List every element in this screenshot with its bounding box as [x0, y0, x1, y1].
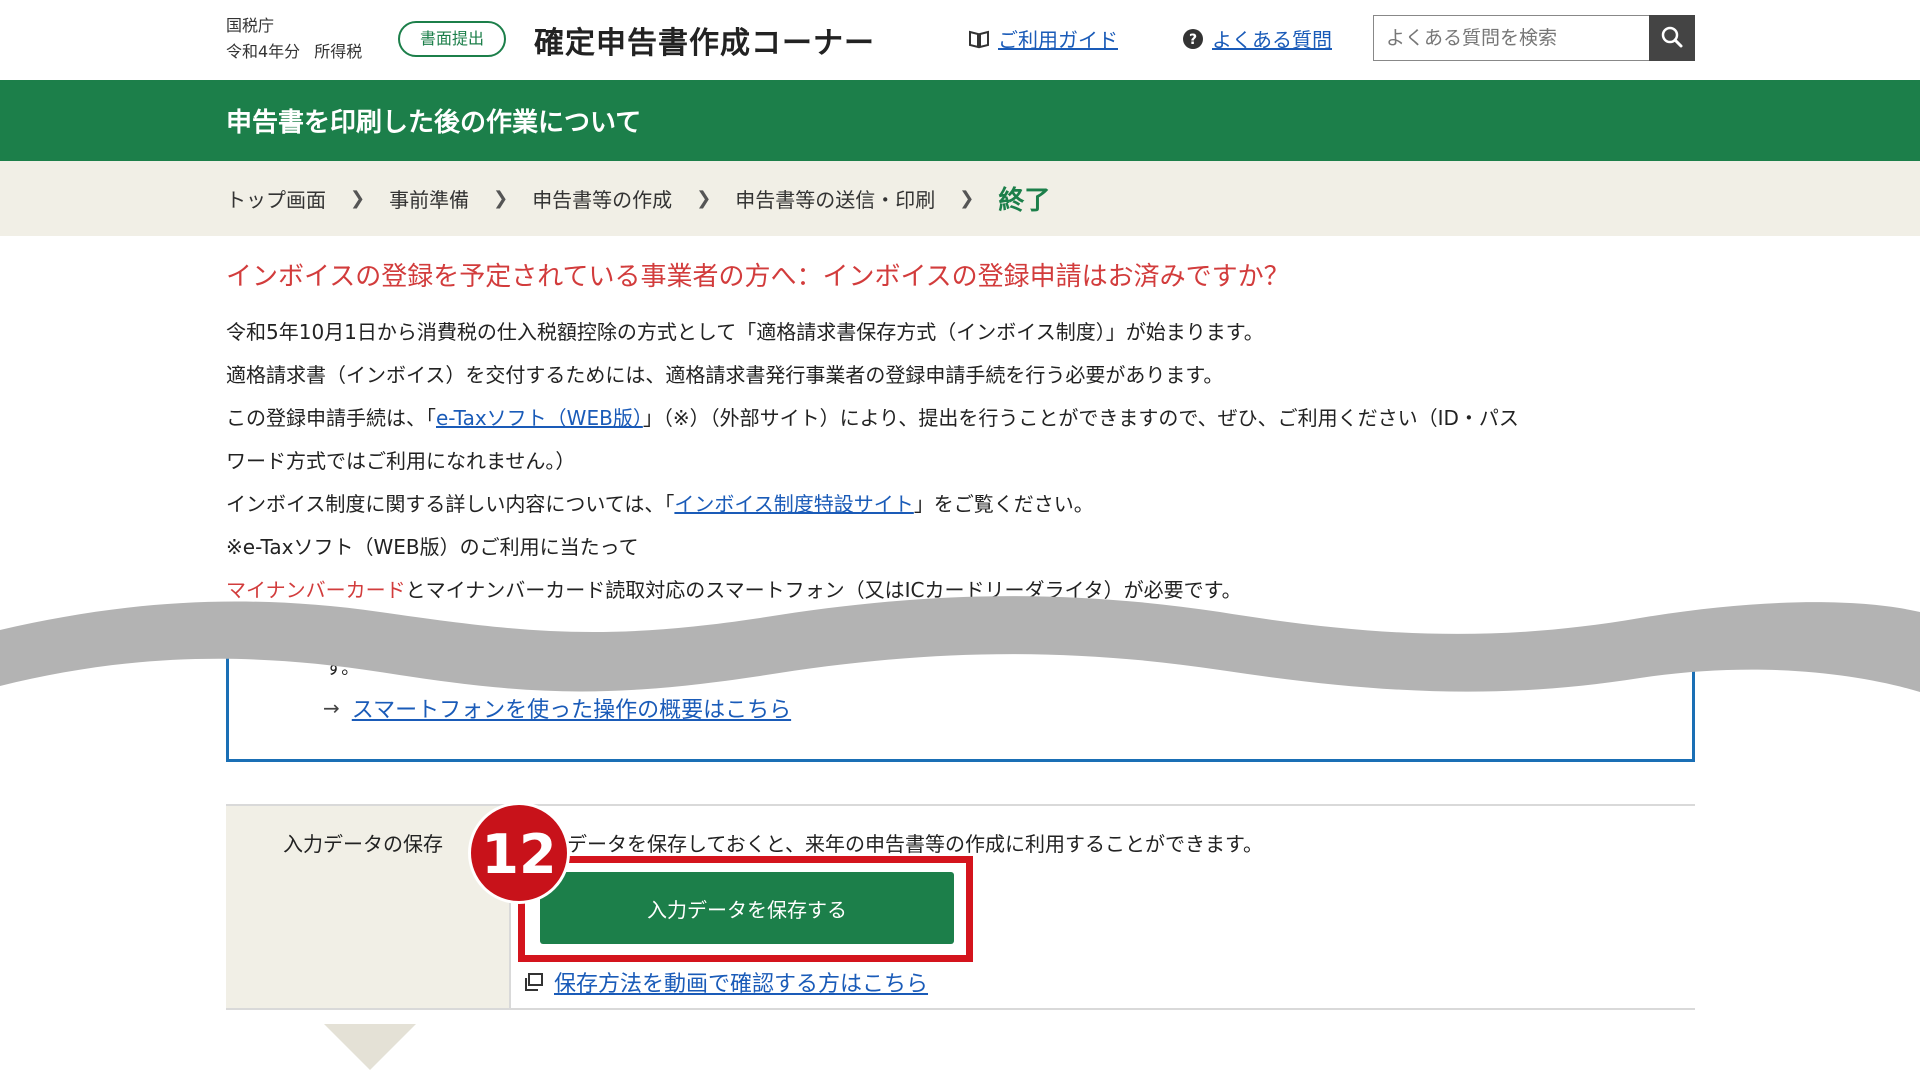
search-button[interactable] — [1649, 15, 1695, 61]
tax-year: 令和4年分 — [226, 42, 301, 61]
page-title: 申告書を印刷した後の作業について — [226, 108, 642, 138]
site-header: 国税庁 令和4年分 所得税 書面提出 確定申告書作成コーナー ご利用ガイド ? よ… — [0, 0, 1920, 80]
save-input-data-button[interactable]: 入力データを保存する — [540, 872, 954, 944]
step-number-badge: 12 — [468, 802, 570, 904]
notice-paragraph: ワード方式ではご利用になれません。） — [226, 449, 576, 473]
breadcrumb-current: 終了 — [998, 186, 1051, 216]
notice-paragraph: インボイス制度に関する詳しい内容については、「インボイス制度特設サイト」をご覧く… — [226, 492, 1094, 516]
down-arrow-icon — [324, 1024, 416, 1070]
chevron-right-icon: ❯ — [959, 188, 975, 209]
invoice-special-site-link[interactable]: インボイス制度特設サイト — [674, 492, 913, 516]
svg-text:?: ? — [1189, 32, 1197, 48]
breadcrumb: トップ画面 ❯ 事前準備 ❯ 申告書等の作成 ❯ 申告書等の送信・印刷 ❯ 終了 — [0, 161, 1920, 236]
faq-link[interactable]: ? よくある質問 — [1182, 24, 1332, 53]
faq-search-input[interactable] — [1373, 15, 1649, 61]
save-video-link[interactable]: 保存方法を動画で確認する方はこちら — [524, 966, 928, 998]
faq-label: よくある質問 — [1212, 28, 1332, 52]
etax-web-link[interactable]: e-Taxソフト（WEB版） — [436, 406, 643, 430]
agency-name: 国税庁 — [226, 16, 275, 35]
page-title-band: 申告書を印刷した後の作業について — [0, 80, 1920, 161]
help-icon: ? — [1182, 28, 1204, 50]
save-description: データを保存しておくと、来年の申告書等の作成に利用することができます。 — [567, 832, 1263, 856]
torn-page-separator — [0, 596, 1920, 692]
save-input-data-section: 入力データの保存 データを保存しておくと、来年の申告書等の作成に利用することがで… — [226, 802, 1695, 1010]
chevron-right-icon: ❯ — [493, 188, 509, 209]
save-section-label: 入力データの保存 — [283, 832, 443, 856]
notice-paragraph: 令和5年10月1日から消費税の仕入税額控除の方式として「適格請求書保存方式（イン… — [226, 320, 1264, 344]
notice-paragraph: ※e-Taxソフト（WEB版）のご利用に当たって — [226, 535, 639, 559]
search-icon — [1660, 25, 1684, 52]
paper-submission-badge: 書面提出 — [398, 21, 507, 57]
chevron-right-icon: ❯ — [696, 188, 712, 209]
external-window-icon — [524, 972, 544, 992]
book-icon — [968, 29, 990, 49]
agency-info: 国税庁 令和4年分 所得税 — [226, 13, 376, 65]
invoice-notice-title: インボイスの登録を予定されている事業者の方へ：インボイスの登録申請はお済みですか… — [226, 262, 1290, 292]
site-title: 確定申告書作成コーナー — [534, 26, 875, 61]
breadcrumb-item-send-print: 申告書等の送信・印刷 — [735, 188, 936, 212]
notice-paragraph: この登録申請手続は、「e-Taxソフト（WEB版）」（※）（外部サイト）により、… — [226, 406, 1519, 430]
breadcrumb-item-preparation: 事前準備 — [389, 188, 470, 212]
usage-guide-link[interactable]: ご利用ガイド — [968, 24, 1118, 53]
breadcrumb-item-creation: 申告書等の作成 — [532, 188, 673, 212]
faq-search — [1373, 15, 1695, 61]
usage-guide-label: ご利用ガイド — [998, 28, 1118, 52]
chevron-right-icon: ❯ — [350, 188, 366, 209]
tax-type: 所得税 — [314, 42, 363, 61]
breadcrumb-item-top: トップ画面 — [226, 188, 326, 212]
notice-paragraph: 適格請求書（インボイス）を交付するためには、適格請求書発行事業者の登録申請手続を… — [226, 363, 1224, 387]
